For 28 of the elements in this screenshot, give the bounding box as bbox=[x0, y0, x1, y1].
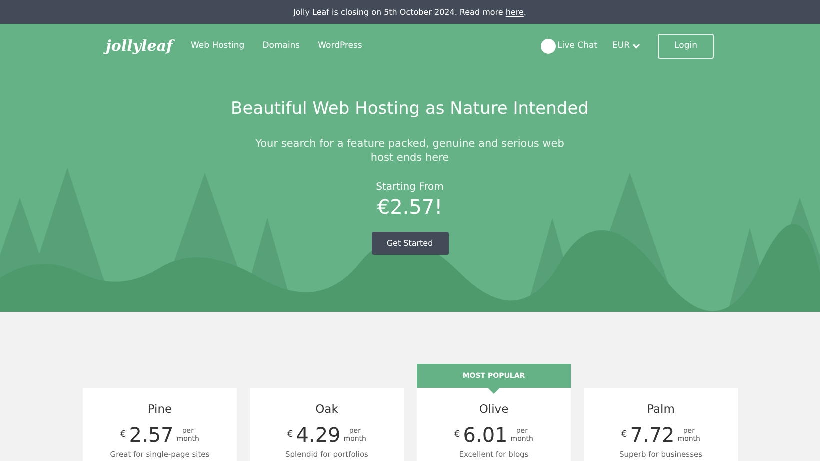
plan-price: 7.72 bbox=[630, 423, 675, 447]
hero-subtitle: Your search for a feature packed, genuine and serious web host ends here bbox=[254, 137, 566, 165]
chevron-down-icon bbox=[633, 44, 640, 48]
chat-icon bbox=[540, 38, 556, 54]
nav-link[interactable]: WordPress bbox=[318, 41, 362, 51]
get-started-button[interactable]: Get Started bbox=[372, 232, 448, 255]
currency-symbol: € bbox=[454, 430, 460, 440]
nav-link[interactable]: Web Hosting bbox=[190, 41, 245, 51]
plan-price: 2.57 bbox=[129, 423, 174, 447]
starting-from-label: Starting From bbox=[376, 182, 444, 193]
plan-price: 4.29 bbox=[296, 423, 341, 447]
live-chat-link[interactable]: Live Chat bbox=[540, 38, 598, 54]
login-button[interactable]: Login bbox=[658, 34, 714, 58]
plan-name: Olive bbox=[479, 402, 509, 416]
plan-name: Oak bbox=[316, 402, 338, 416]
hero-title: Beautiful Web Hosting as Nature Intended bbox=[231, 99, 589, 119]
plan-price: 6.01 bbox=[463, 423, 508, 447]
nav-link[interactable]: Domains bbox=[262, 41, 300, 51]
announcement-text: Jolly Leaf is closing on 5th October 2024. Read more here. bbox=[294, 8, 526, 16]
plan-name: Palm bbox=[647, 402, 675, 416]
logo[interactable]: jollyleaf bbox=[106, 37, 173, 55]
currency-symbol: € bbox=[120, 430, 126, 440]
plan-name: Pine bbox=[148, 402, 172, 416]
starting-price: €2.57! bbox=[377, 195, 443, 219]
currency-dropdown[interactable]: EUR bbox=[612, 41, 640, 51]
currency-symbol: € bbox=[622, 430, 628, 440]
read-more-link[interactable]: here bbox=[506, 8, 524, 16]
currency-symbol: € bbox=[288, 430, 294, 440]
